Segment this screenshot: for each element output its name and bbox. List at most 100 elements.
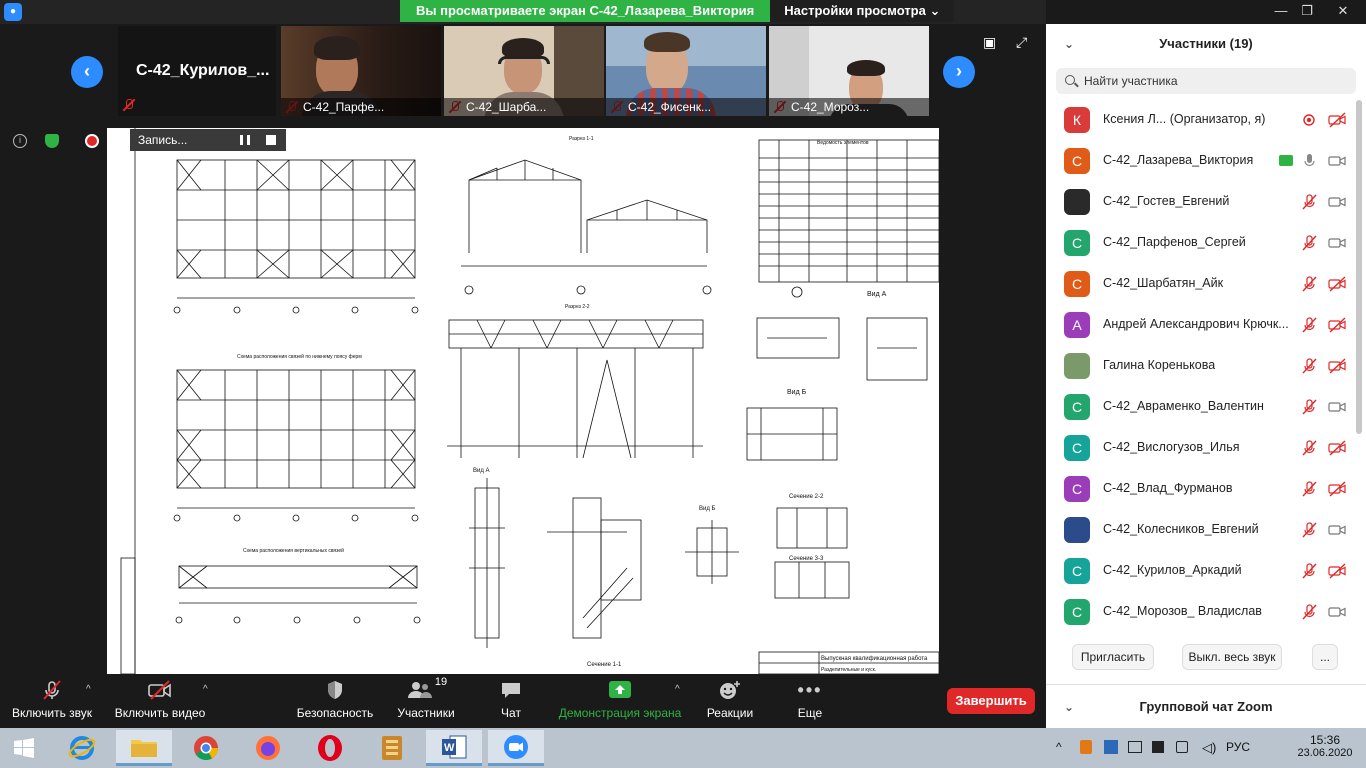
participant-row[interactable]: С С-42_Влад_Фурманов [1046, 469, 1356, 510]
video-off-icon[interactable] [1328, 112, 1346, 128]
tray-app-icon[interactable] [1128, 741, 1142, 753]
video-off-icon[interactable] [1328, 317, 1346, 333]
clock[interactable]: 15:36 23.06.2020 [1290, 728, 1360, 768]
participant-row[interactable]: Галина Коренькова [1046, 346, 1356, 387]
search-participants-input[interactable]: Найти участника [1056, 68, 1356, 94]
participant-row[interactable]: С С-42_Курилов_Аркадий [1046, 551, 1356, 592]
restore-icon[interactable]: ❐ [1290, 0, 1324, 24]
mic-icon[interactable] [1301, 153, 1319, 169]
muted-mic-icon[interactable] [1301, 440, 1319, 456]
meeting-toolbar: Включить звук ^ Включить видео ^ Безопас… [0, 674, 1046, 728]
tray-expand-icon[interactable]: ^ [1056, 740, 1062, 754]
participant-row[interactable]: С С-42_Шарбатян_Айк [1046, 264, 1356, 305]
mute-all-button[interactable]: Выкл. весь звук [1182, 644, 1282, 670]
fullscreen-icon[interactable]: ⤢ [1016, 34, 1027, 51]
prev-page-button[interactable]: ‹ [71, 56, 103, 88]
participant-row[interactable]: С С-42_Лазарева_Виктория [1046, 141, 1356, 182]
internet-explorer-icon[interactable] [54, 730, 110, 766]
tray-app-icon[interactable] [1104, 740, 1118, 754]
info-icon[interactable]: i [13, 134, 27, 148]
video-camera-icon[interactable] [1328, 153, 1346, 169]
muted-mic-icon[interactable] [1301, 399, 1319, 415]
video-tile[interactable]: С-42_Мороз... [769, 26, 929, 116]
reactions-button[interactable]: Реакции [704, 674, 756, 728]
share-screen-button[interactable]: Демонстрация экрана [556, 674, 684, 728]
more-dots-icon: ••• [797, 679, 823, 700]
start-video-button[interactable]: Включить видео [112, 674, 208, 728]
drawing-title: Сечение 2-2 [789, 494, 824, 500]
participant-name: С-42_Шарбатян_Айк [1103, 276, 1224, 290]
next-page-button[interactable]: › [943, 56, 975, 88]
end-meeting-button[interactable]: Завершить [947, 688, 1035, 714]
video-camera-icon[interactable] [1328, 235, 1346, 251]
video-off-icon[interactable] [1328, 481, 1346, 497]
participant-row[interactable]: С-42_Колесников_Евгений [1046, 510, 1356, 551]
share-options-caret-icon[interactable]: ^ [675, 684, 680, 695]
chat-button[interactable]: Чат [494, 674, 528, 728]
more-options-button[interactable]: ... [1312, 644, 1338, 670]
archive-app-icon[interactable] [364, 730, 420, 766]
tray-app-icon[interactable] [1152, 741, 1164, 753]
muted-mic-icon[interactable] [1301, 563, 1319, 579]
participant-row[interactable]: А Андрей Александрович Крючк... [1046, 305, 1356, 346]
video-camera-icon[interactable] [1328, 194, 1346, 210]
view-mode-icon[interactable]: ▣ [983, 34, 996, 51]
tile-label: С-42_Шарба... [444, 98, 604, 116]
video-camera-icon[interactable] [1328, 399, 1346, 415]
view-settings-button[interactable]: Настройки просмотра ⌄ [770, 0, 955, 22]
participant-row[interactable]: С С-42_Авраменко_Валентин [1046, 387, 1356, 428]
unmute-button[interactable]: Включить звук [8, 674, 96, 728]
tile-label: С-42_Парфе... [281, 98, 441, 116]
participant-row[interactable]: С С-42_Морозов_ Владислав [1046, 592, 1356, 633]
collapse-chevron-icon[interactable]: ⌄ [1064, 24, 1074, 64]
participant-row[interactable]: С С-42_Вислогузов_Илья [1046, 428, 1356, 469]
video-off-icon[interactable] [1328, 358, 1346, 374]
video-camera-icon[interactable] [1328, 604, 1346, 620]
recording-dot-icon[interactable] [1301, 112, 1319, 128]
video-off-icon[interactable] [1328, 276, 1346, 292]
opera-icon[interactable] [302, 730, 358, 766]
chrome-icon[interactable] [178, 730, 234, 766]
video-off-icon[interactable] [1328, 563, 1346, 579]
windows-start-icon[interactable] [0, 730, 48, 766]
stop-recording-icon[interactable] [266, 135, 276, 145]
participant-row[interactable]: С-42_Гостев_Евгений [1046, 182, 1356, 223]
tray-app-icon[interactable] [1080, 740, 1092, 754]
participant-name: Андрей Александрович Крючк... [1103, 317, 1289, 331]
word-icon[interactable]: W [426, 730, 482, 766]
muted-mic-icon[interactable] [1301, 317, 1319, 333]
encryption-shield-icon[interactable] [45, 134, 59, 148]
security-button[interactable]: Безопасность [296, 674, 374, 728]
video-tile[interactable]: С-42_Фисенк... [606, 26, 766, 116]
volume-icon[interactable]: ◁) [1202, 740, 1216, 756]
video-camera-icon[interactable] [1328, 522, 1346, 538]
file-explorer-icon[interactable] [116, 730, 172, 766]
active-speaker-name: С-42_Курилов_... [136, 62, 270, 79]
muted-mic-icon[interactable] [1301, 604, 1319, 620]
muted-mic-icon[interactable] [1301, 522, 1319, 538]
keyboard-language[interactable]: РУС [1226, 740, 1250, 754]
participant-row[interactable]: К Ксения Л... (Организатор, я) [1046, 100, 1356, 141]
muted-mic-icon[interactable] [1301, 276, 1319, 292]
zoom-taskbar-icon[interactable] [488, 730, 544, 766]
participants-button[interactable]: 19 Участники [394, 674, 458, 728]
participants-scrollbar[interactable] [1356, 100, 1362, 434]
muted-mic-icon[interactable] [1301, 194, 1319, 210]
video-options-caret-icon[interactable]: ^ [203, 684, 208, 695]
audio-options-caret-icon[interactable]: ^ [86, 684, 91, 695]
muted-mic-icon[interactable] [1301, 235, 1319, 251]
video-tile[interactable]: С-42_Парфе... [281, 26, 441, 116]
participant-row[interactable]: С С-42_Парфенов_Сергей [1046, 223, 1356, 264]
muted-mic-icon[interactable] [1301, 481, 1319, 497]
more-button[interactable]: ••• Еще [792, 674, 828, 728]
firefox-icon[interactable] [240, 730, 296, 766]
invite-button[interactable]: Пригласить [1072, 644, 1154, 670]
muted-mic-icon[interactable] [1301, 358, 1319, 374]
video-off-icon[interactable] [1328, 440, 1346, 456]
close-icon[interactable]: ✕ [1320, 0, 1366, 24]
video-tile[interactable]: С-42_Шарба... [444, 26, 604, 116]
pause-recording-icon[interactable] [240, 135, 250, 145]
active-speaker-tile[interactable]: С-42_Курилов_... [118, 26, 276, 116]
network-icon[interactable] [1176, 741, 1188, 753]
collapse-chevron-icon[interactable]: ⌄ [1064, 685, 1074, 729]
